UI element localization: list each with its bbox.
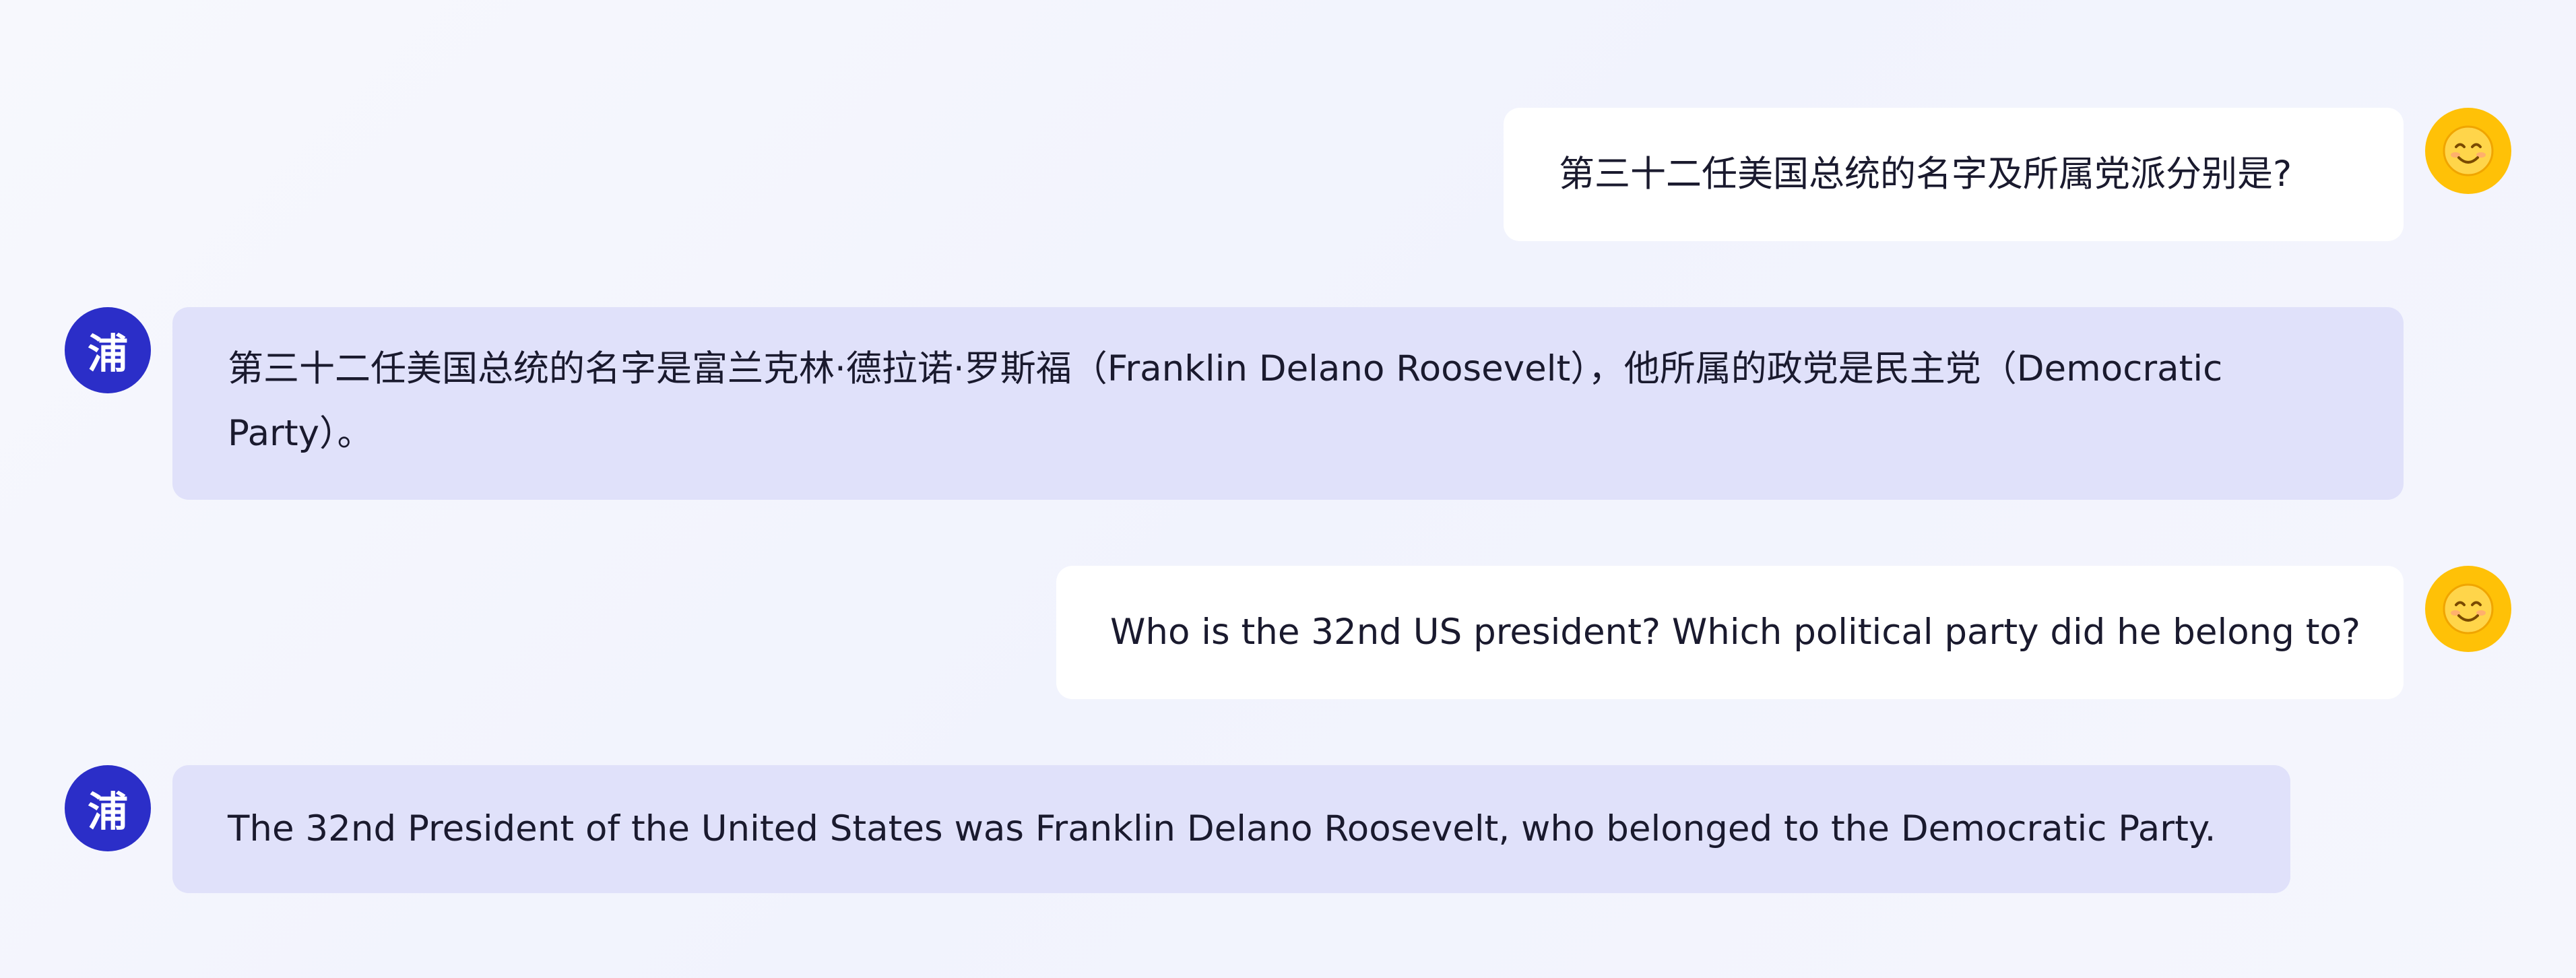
assistant-message-text: 第三十二任美国总统的名字是富兰克林·德拉诺·罗斯福（Franklin Delan… bbox=[228, 348, 2223, 454]
assistant-message-bubble: The 32nd President of the United States … bbox=[172, 765, 2290, 893]
user-avatar bbox=[2425, 566, 2511, 652]
assistant-message-text: The 32nd President of the United States … bbox=[228, 808, 2216, 849]
user-message-text: Who is the 32nd US president? Which poli… bbox=[1110, 612, 2361, 653]
smiling-face-icon bbox=[2443, 125, 2494, 176]
assistant-avatar: 浦 bbox=[65, 307, 151, 393]
assistant-avatar: 浦 bbox=[65, 765, 151, 851]
assistant-message-bubble: 第三十二任美国总统的名字是富兰克林·德拉诺·罗斯福（Franklin Delan… bbox=[172, 307, 2404, 500]
chat-transcript: 第三十二任美国总统的名字及所属党派分别是? 浦 第三十二任美国总统的名字是富兰克… bbox=[0, 0, 2576, 978]
smiling-face-icon bbox=[2443, 583, 2494, 634]
user-avatar bbox=[2425, 108, 2511, 194]
user-message-bubble: Who is the 32nd US president? Which poli… bbox=[1056, 566, 2404, 699]
assistant-avatar-label: 浦 bbox=[88, 330, 128, 378]
user-message-bubble: 第三十二任美国总统的名字及所属党派分别是? bbox=[1504, 108, 2404, 241]
assistant-avatar-label: 浦 bbox=[88, 788, 128, 836]
user-message-text: 第三十二任美国总统的名字及所属党派分别是? bbox=[1559, 154, 2292, 195]
